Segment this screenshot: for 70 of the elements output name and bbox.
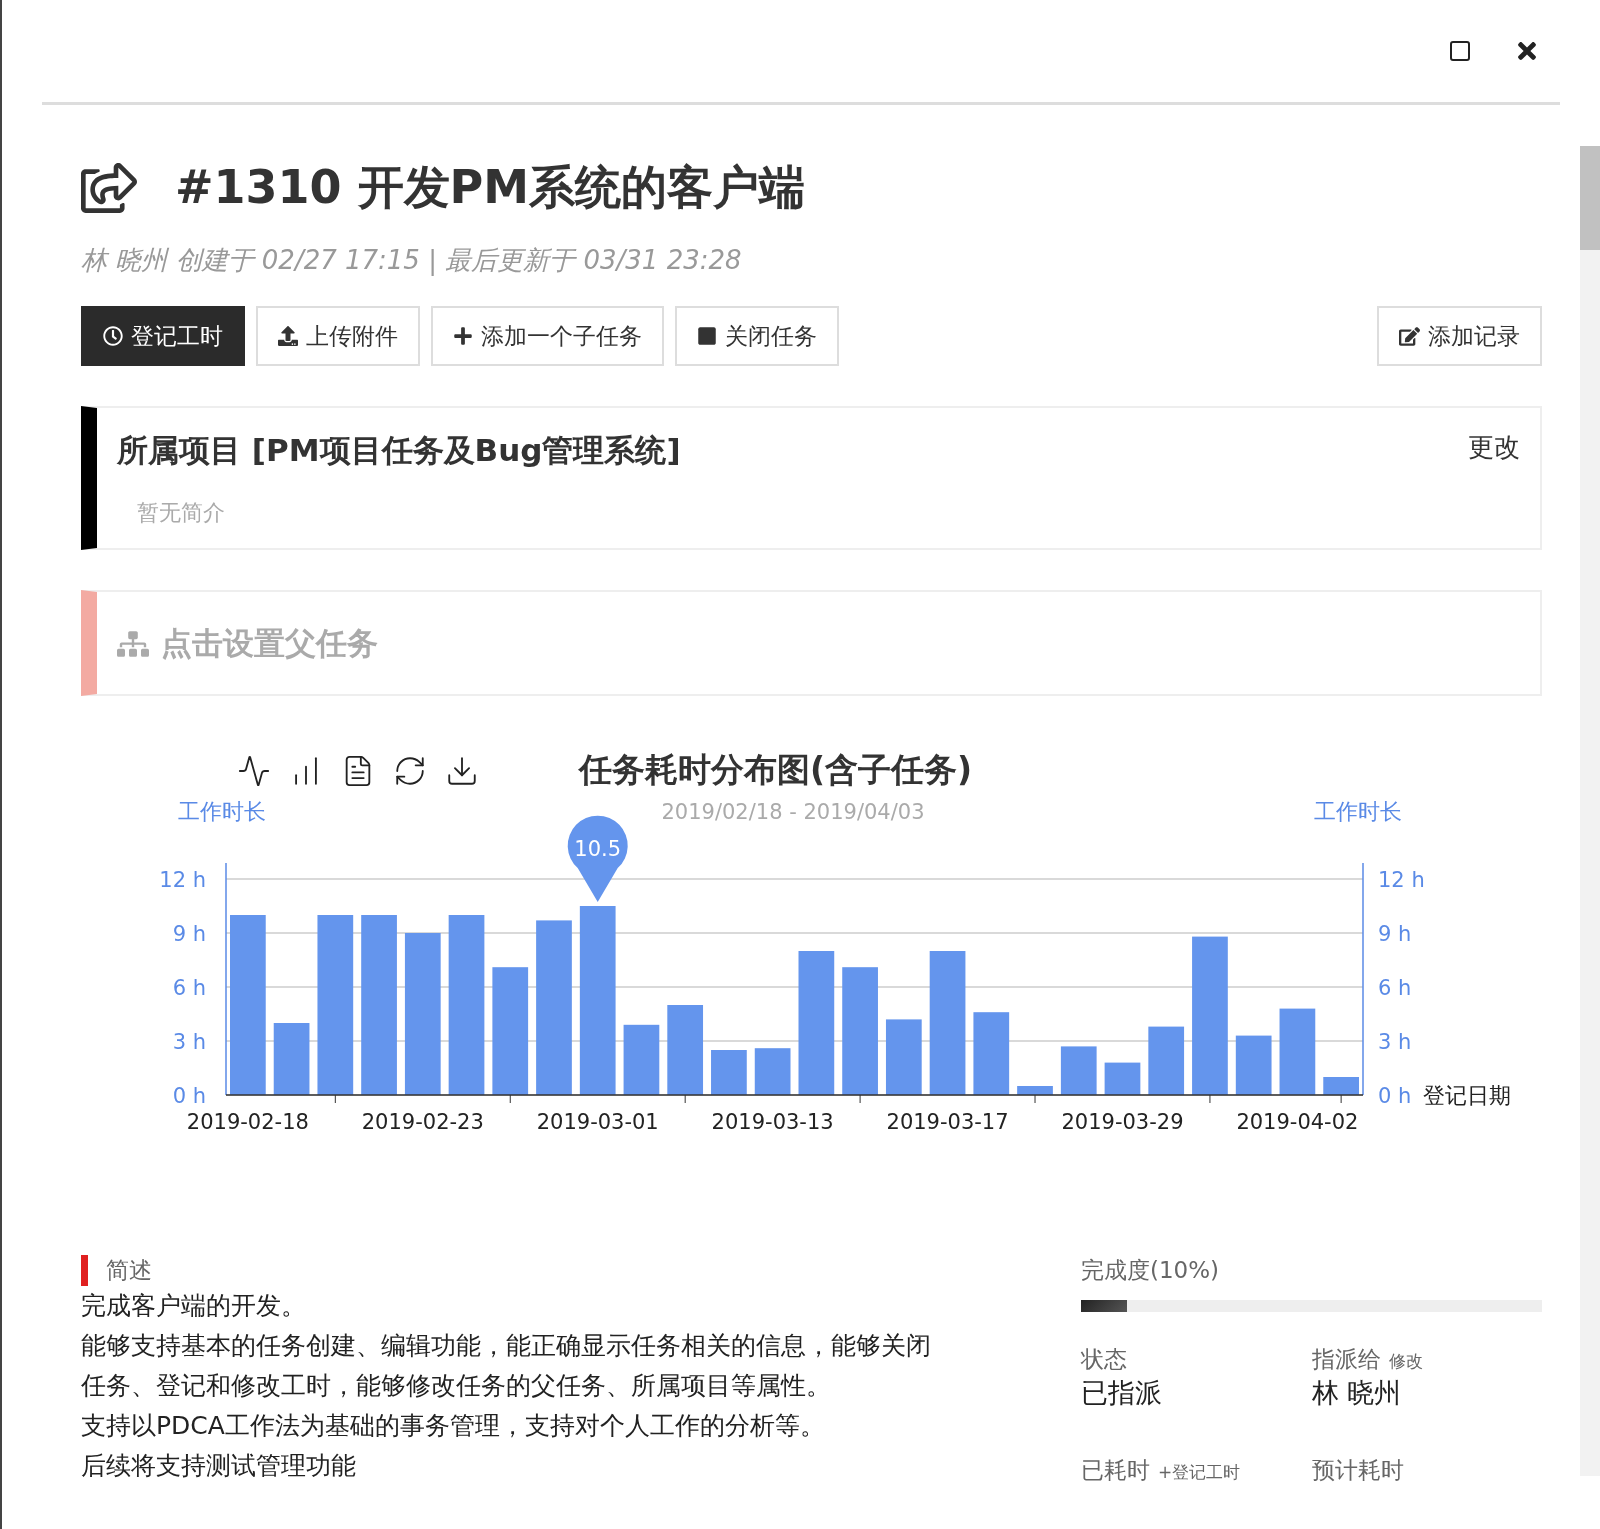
tick-label: 2019-04-02 [1236, 1110, 1359, 1134]
tick-label: 0 h [172, 1084, 206, 1108]
bar[interactable] [1323, 1077, 1359, 1095]
plus-icon [453, 326, 473, 346]
field-action-link[interactable]: 修改 [1388, 1350, 1423, 1373]
add-record-button[interactable]: 添加记录 [1377, 306, 1542, 366]
axis-title: 工作时长 [178, 799, 266, 824]
description-line: 支持以PDCA工作法为基础的事务管理，支持对个人工作的分析等。 [81, 1410, 826, 1442]
bar[interactable] [885, 1019, 922, 1095]
line-chart-icon[interactable] [237, 753, 271, 788]
tick-label: 3 h [1378, 1030, 1412, 1054]
description-line: 任务、登记和修改工时，能够修改任务的父任务、所属项目等属性。 [81, 1370, 832, 1402]
clock-icon [103, 326, 123, 346]
tick-label: 9 h [172, 922, 206, 946]
change-link[interactable]: 更改 [1468, 430, 1520, 472]
bar[interactable] [667, 1005, 704, 1095]
field-value: 已指派 [1081, 1376, 1163, 1410]
marker-pin: 10.5 [567, 815, 628, 902]
tick-label: 12 h [1378, 868, 1425, 892]
bar[interactable] [1060, 1046, 1097, 1095]
tick-label: 2019-03-01 [536, 1110, 659, 1134]
description-line: 后续将支持测试管理功能 [81, 1450, 357, 1482]
bar[interactable] [711, 1050, 747, 1095]
axis-title: 工作时长 [1314, 799, 1402, 824]
scrollbar[interactable] [1580, 146, 1600, 1476]
field-label: 已耗时 [1081, 1456, 1150, 1485]
share-icon [81, 160, 137, 216]
axis-title: 登记日期 [1423, 1083, 1511, 1108]
description-line: 完成客户端的开发。 [81, 1290, 307, 1322]
bar[interactable] [1104, 1062, 1141, 1095]
field-value: 林 晓州 [1311, 1376, 1403, 1410]
tick-label: 6 h [1378, 976, 1412, 1000]
project-intro: 暂无简介 [137, 499, 226, 527]
bar[interactable] [492, 967, 529, 1095]
action-button[interactable]: 关闭任务 [675, 306, 839, 366]
maximize-icon[interactable] [1448, 39, 1472, 63]
field-action-link[interactable]: +登记工时 [1158, 1461, 1241, 1484]
tick-label: 0 h [1378, 1084, 1412, 1108]
tick-label: 2019-03-17 [886, 1110, 1009, 1134]
tick-label: 2019-02-18 [186, 1110, 309, 1134]
description-line: 能够支持基本的任务创建、编辑功能，能正确显示任务相关的信息，能够关闭 [81, 1330, 932, 1362]
action-button[interactable]: 上传附件 [256, 306, 420, 366]
chart-title: 任务耗时分布图(含子任务) [579, 749, 973, 791]
upload-icon [278, 326, 298, 346]
progress-label: 完成度(10%) [1081, 1256, 1221, 1285]
field-label: 指派给 [1311, 1345, 1381, 1374]
tick-label: 2019-02-23 [361, 1110, 484, 1134]
tick-label: 2019-03-29 [1061, 1110, 1184, 1134]
stop-icon [697, 326, 717, 346]
sitemap-icon [117, 628, 149, 660]
bar[interactable] [754, 1048, 791, 1095]
chart-subtitle: 2019/02/18 - 2019/04/03 [661, 800, 925, 824]
action-button[interactable]: 添加一个子任务 [431, 306, 664, 366]
edit-icon [1399, 325, 1420, 347]
tick-label: 3 h [172, 1030, 206, 1054]
project-title: 所属项目 [PM项目任务及Bug管理系统] [117, 431, 681, 470]
field-label: 预计耗时 [1311, 1456, 1404, 1485]
action-button[interactable]: 登记工时 [81, 306, 245, 366]
bar[interactable] [1148, 1026, 1185, 1095]
bar[interactable] [1017, 1086, 1053, 1095]
bar[interactable] [404, 933, 441, 1095]
section-heading: 简述 [81, 1255, 1021, 1286]
tick-label: 6 h [172, 976, 206, 1000]
tick-label: 12 h [159, 868, 206, 892]
tick-label: 9 h [1378, 922, 1412, 946]
task-meta: 林 晓州 创建于 02/27 17:15 | 最后更新于 03/31 23:28 [81, 244, 743, 278]
field-label: 状态 [1081, 1345, 1127, 1374]
tick-label: 2019-03-13 [711, 1110, 834, 1134]
scrollbar-thumb[interactable] [1580, 146, 1600, 250]
task-title: #1310 开发PM系统的客户端 [175, 159, 806, 216]
